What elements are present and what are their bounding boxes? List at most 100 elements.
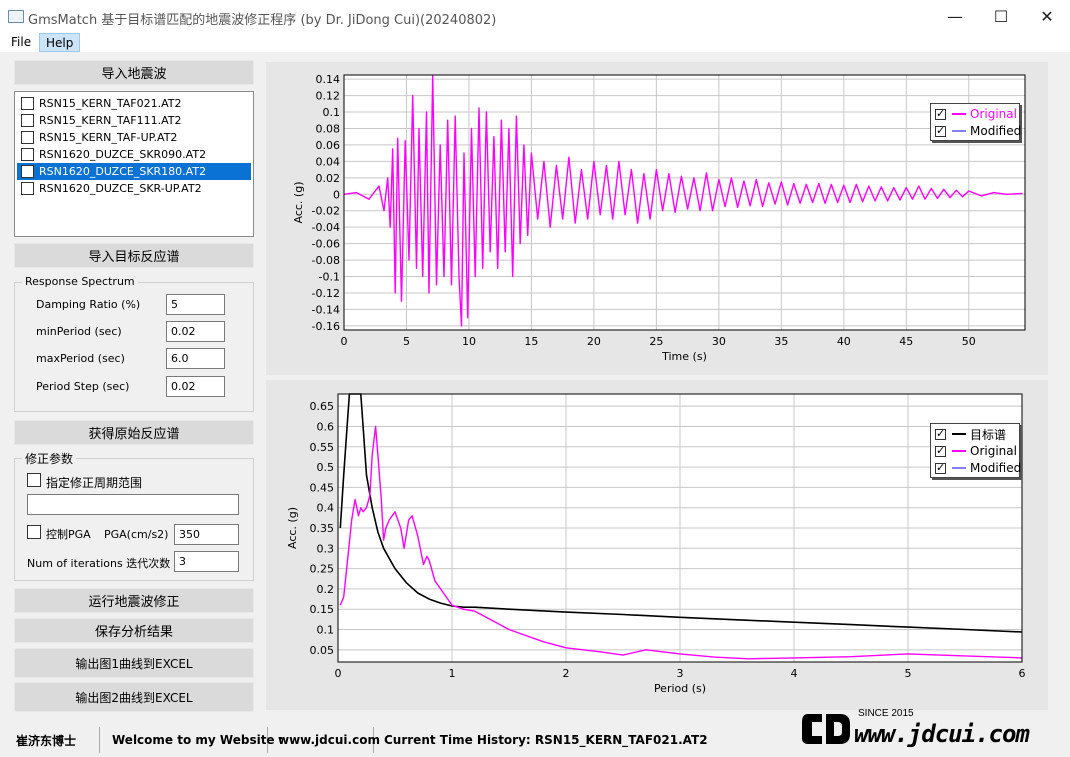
y-tick-label: 0.5 [317,461,335,474]
file-checkbox[interactable] [21,131,34,144]
list-item[interactable]: RSN1620_DUZCE_SKR090.AT2 [17,146,251,163]
y-tick-label: 0.06 [316,139,341,152]
period-step-label: Period Step (sec) [36,380,130,393]
min-period-input[interactable]: 0.02 [166,321,225,342]
file-name: RSN1620_DUZCE_SKR-UP.AT2 [39,182,202,195]
y-tick-label: -0.16 [312,320,340,333]
legend-checkbox[interactable] [935,124,946,137]
file-name: RSN1620_DUZCE_SKR180.AT2 [39,165,207,178]
file-checkbox[interactable] [21,114,34,127]
file-name: RSN15_KERN_TAF-UP.AT2 [39,131,178,144]
list-item-selected[interactable]: RSN1620_DUZCE_SKR180.AT2 [17,163,251,180]
run-correction-button[interactable]: 运行地震波修正 [14,588,254,613]
get-original-spectrum-button[interactable]: 获得原始反应谱 [14,420,254,445]
jdcui-logo [800,710,852,748]
iterations-input[interactable]: 3 [174,551,239,572]
file-checkbox[interactable] [21,97,34,110]
y-tick-label: 0 [333,188,340,201]
time-history-chart-panel: 0 5 10 15 20 25 30 35 40 45 50 0.14 0.12 0.1 0.08 0.06 0… [266,62,1048,375]
y-tick-label: 0.45 [310,481,335,494]
max-period-input[interactable]: 6.0 [166,348,225,369]
x-tick-label: 5 [905,667,912,680]
legend-row-modified[interactable]: Modified [935,460,1021,476]
y-tick-label: -0.04 [312,221,340,234]
period-range-checkbox[interactable] [27,473,41,487]
x-tick-label: 1 [449,667,456,680]
list-item[interactable]: RSN15_KERN_TAF-UP.AT2 [17,129,251,146]
legend-swatch [952,113,966,115]
legend-swatch [952,467,966,469]
max-period-label: maxPeriod (sec) [36,352,125,365]
legend-checkbox[interactable] [935,107,946,120]
damping-ratio-input[interactable]: 5 [166,294,225,315]
maximize-button[interactable]: ☐ [978,0,1024,33]
legend-swatch [952,433,966,435]
status-welcome: Welcome to my Website : [102,727,284,753]
x-tick-label: 3 [677,667,684,680]
file-name: RSN1620_DUZCE_SKR090.AT2 [39,148,207,161]
y-tick-label: 0.05 [310,644,335,657]
file-name: RSN15_KERN_TAF021.AT2 [39,97,182,110]
import-wave-button[interactable]: 导入地震波 [14,60,254,85]
y-tick-label: 0.3 [317,542,335,555]
x-tick-label: 10 [462,335,476,348]
file-checkbox[interactable] [21,165,34,178]
export-chart2-button[interactable]: 输出图2曲线到EXCEL [14,682,254,712]
pga-control-checkbox[interactable] [27,525,41,539]
iterations-label: Num of iterations 迭代次数 [27,557,171,570]
jdcui-watermark: SINCE 2015 www.jdcui.com [796,708,1056,754]
period-range-input[interactable] [27,494,239,515]
legend-row-target[interactable]: 目标谱 [935,426,1006,442]
y-tick-label: 0.25 [310,563,335,576]
correction-params-title: 修正参数 [22,450,77,467]
y-tick-label: 0.35 [310,522,335,535]
x-tick-label: 35 [774,335,788,348]
y-tick-label: 0.55 [310,441,335,454]
menu-bar: File Help [0,32,1070,52]
export-chart1-button[interactable]: 输出图1曲线到EXCEL [14,648,254,678]
x-tick-label: 0 [335,667,342,680]
legend-row-modified[interactable]: Modified [935,123,1021,139]
close-button[interactable]: ✕ [1024,0,1070,33]
file-name: RSN15_KERN_TAF111.AT2 [39,114,182,127]
legend-swatch [952,130,966,132]
window-title: GmsMatch 基于目标谱匹配的地震波修正程序 (by Dr. JiDong … [28,13,497,28]
period-step-input[interactable]: 0.02 [166,376,225,397]
save-results-button[interactable]: 保存分析结果 [14,618,254,643]
y-tick-label: 0.1 [317,624,335,637]
legend-row-original[interactable]: Original [935,106,1017,122]
y-tick-label: 0.08 [316,122,341,135]
watermark-url: www.jdcui.com [854,720,1030,748]
x-tick-label: 6 [1019,667,1026,680]
x-axis-label: Time (s) [661,350,707,363]
title-bar: GmsMatch 基于目标谱匹配的地震波修正程序 (by Dr. JiDong … [0,0,1070,33]
legend-label: Modified [970,461,1022,475]
file-checkbox[interactable] [21,182,34,195]
list-item[interactable]: RSN15_KERN_TAF111.AT2 [17,112,251,129]
import-target-spectrum-button[interactable]: 导入目标反应谱 [14,243,254,268]
x-tick-label: 25 [649,335,663,348]
y-tick-label: 0.2 [317,583,335,596]
legend-checkbox[interactable] [935,444,946,457]
y-tick-label: 0.4 [317,502,335,515]
legend-checkbox[interactable] [935,461,946,474]
wave-file-list[interactable]: RSN15_KERN_TAF021.AT2 RSN15_KERN_TAF111.… [14,91,254,237]
legend-label: Modified [970,124,1022,138]
legend-swatch [952,450,966,452]
x-tick-label: 15 [524,335,538,348]
menu-file[interactable]: File [5,33,37,52]
chart2-legend: 目标谱 Original Modified [930,423,1021,478]
file-checkbox[interactable] [21,148,34,161]
list-item[interactable]: RSN1620_DUZCE_SKR-UP.AT2 [17,180,251,197]
since-text: SINCE 2015 [858,708,914,719]
legend-checkbox[interactable] [935,427,946,440]
y-axis-label: Acc. (g) [286,507,299,549]
legend-row-original[interactable]: Original [935,443,1017,459]
y-tick-label: -0.08 [312,254,340,267]
x-tick-label: 50 [962,335,976,348]
list-item[interactable]: RSN15_KERN_TAF021.AT2 [17,95,251,112]
minimize-button[interactable]: — [932,0,978,33]
menu-help[interactable]: Help [39,33,81,52]
pga-input[interactable]: 350 [174,524,239,545]
status-website[interactable]: www.jdcui.com [268,727,380,753]
